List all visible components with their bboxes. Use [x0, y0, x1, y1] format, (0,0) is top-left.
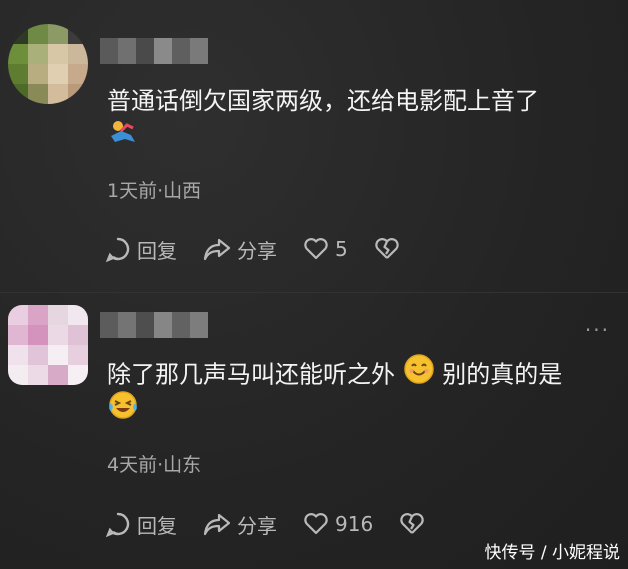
watermark: 快传号 / 小妮程说: [484, 543, 620, 563]
running-person-emoji: [107, 119, 137, 153]
comment-icon: [105, 512, 130, 537]
dislike-button[interactable]: [399, 512, 431, 536]
comment-divider: [0, 292, 628, 293]
like-count: 916: [335, 512, 374, 536]
reply-button[interactable]: 回复: [105, 235, 177, 264]
like-count: 5: [335, 237, 348, 261]
share-label: 分享: [237, 238, 277, 263]
share-icon: [203, 513, 231, 536]
broken-heart-icon: [374, 238, 399, 259]
share-icon: [203, 238, 231, 261]
comment-body: 普通话倒欠国家两级，还给电影配上音了: [107, 87, 539, 115]
more-options-button[interactable]: ···: [585, 318, 610, 342]
comment-actions: 回复 分享 5: [105, 232, 432, 266]
comment-body-continued: 别的真的是: [442, 360, 563, 389]
comment-body: 除了那几声马叫还能听之外: [107, 360, 395, 389]
smiling-face-emoji: [403, 353, 435, 394]
avatar[interactable]: [8, 24, 88, 104]
like-button[interactable]: 916: [303, 512, 373, 536]
laughing-crying-emoji: [107, 389, 139, 430]
reply-label: 回复: [137, 238, 177, 263]
comment-actions: 回复 分享 916: [105, 507, 457, 541]
like-button[interactable]: 5: [303, 237, 348, 261]
comment-emoji-line: [107, 391, 139, 430]
comment-meta: 1天前·山西: [107, 180, 202, 202]
heart-icon: [304, 238, 328, 260]
username-blurred[interactable]: [100, 38, 208, 64]
dislike-button[interactable]: [374, 237, 406, 261]
comment-meta: 4天前·山东: [107, 454, 202, 476]
username-blurred[interactable]: [100, 312, 208, 338]
heart-icon: [304, 513, 328, 535]
reply-label: 回复: [137, 513, 177, 538]
avatar[interactable]: [8, 305, 88, 385]
comment-text: 除了那几声马叫还能听之外 别的真的是: [107, 354, 563, 394]
share-label: 分享: [237, 513, 277, 538]
share-button[interactable]: 分享: [203, 235, 277, 264]
reply-button[interactable]: 回复: [105, 510, 177, 539]
comment-text: 普通话倒欠国家两级，还给电影配上音了: [107, 84, 539, 118]
comment-emoji-line: [107, 120, 137, 154]
share-button[interactable]: 分享: [203, 510, 277, 539]
comment-icon: [105, 237, 130, 262]
broken-heart-icon: [400, 513, 424, 534]
